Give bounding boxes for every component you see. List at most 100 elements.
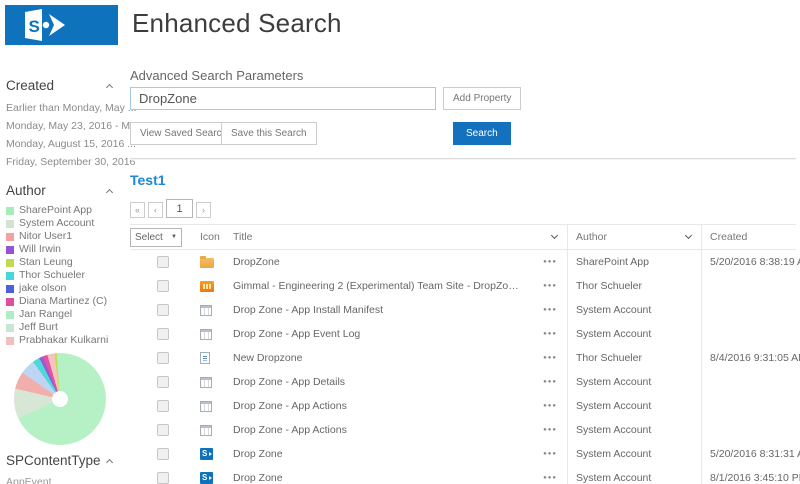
row-checkbox[interactable]	[157, 424, 169, 436]
result-created: 8/4/2016 9:31:05 AM	[710, 352, 800, 364]
result-title-link[interactable]: Drop Zone - App Actions	[233, 400, 347, 412]
results-table-header: Select ▼ Icon Title Author Created	[130, 224, 796, 250]
author-filter-item[interactable]: Diana Martinez (C)	[6, 295, 126, 308]
author-filter-item[interactable]: Prabhakar Kulkarni	[6, 334, 126, 347]
more-options-button[interactable]: ●●●	[543, 259, 557, 265]
collapse-chevron-icon[interactable]	[106, 83, 113, 90]
results-tab-test1[interactable]: Test1	[130, 172, 166, 188]
search-query-input[interactable]	[130, 87, 436, 110]
author-filter-item[interactable]: Jeff Burt	[6, 321, 126, 334]
result-title-link[interactable]: Drop Zone - App Install Manifest	[233, 304, 383, 316]
more-options-button[interactable]: ●●●	[543, 283, 557, 289]
pagination: « ‹ 1 ›	[130, 198, 796, 218]
created-filter-item[interactable]: Earlier than Monday, May ...	[6, 99, 126, 117]
list-icon	[200, 401, 212, 412]
more-options-button[interactable]: ●●●	[543, 427, 557, 433]
save-this-search-button[interactable]: Save this Search	[221, 122, 317, 145]
legend-swatch-icon	[6, 298, 14, 306]
result-title-link[interactable]: Drop Zone - App Actions	[233, 424, 347, 436]
table-row: Drop Zone - App Actions ●●● System Accoun…	[130, 394, 796, 418]
row-checkbox[interactable]	[157, 304, 169, 316]
svg-text:S: S	[29, 17, 40, 36]
table-row: Drop Zone - App Actions●●● System Accoun…	[130, 418, 796, 442]
result-author: SharePoint App	[576, 256, 649, 268]
collapse-chevron-icon[interactable]	[106, 188, 113, 195]
table-row: Drop Zone●●● System Account 8/1/2016 3:4…	[130, 466, 796, 484]
chevron-down-icon[interactable]	[685, 232, 692, 239]
page-title: Enhanced Search	[132, 8, 342, 39]
created-section-header[interactable]: Created	[6, 78, 126, 93]
table-row: Gimmal - Engineering 2 (Experimental) Te…	[130, 274, 796, 298]
result-title-link[interactable]: Drop Zone - App Details	[233, 376, 345, 388]
dropdown-arrow-icon: ▼	[171, 234, 177, 240]
result-title-link[interactable]: Drop Zone - App Event Log	[233, 328, 360, 340]
more-options-button[interactable]: ●●●	[543, 355, 557, 361]
previous-page-button[interactable]: ‹	[148, 202, 163, 218]
author-filter-item[interactable]: System Account	[6, 217, 126, 230]
author-section: Author SharePoint App System Account Nit…	[6, 183, 126, 445]
more-options-button[interactable]: ●●●	[543, 403, 557, 409]
sharepoint-icon	[200, 448, 213, 460]
row-checkbox[interactable]	[157, 328, 169, 340]
result-author: System Account	[576, 376, 651, 388]
row-checkbox[interactable]	[157, 400, 169, 412]
author-filter-item[interactable]: jake olson	[6, 282, 126, 295]
pie-donut-hole	[52, 391, 68, 407]
document-icon	[200, 352, 210, 364]
content-type-filter-item[interactable]: AppEvent	[6, 474, 126, 484]
current-page-indicator[interactable]: 1	[166, 199, 193, 218]
created-filter-item[interactable]: Monday, August 15, 2016 ...	[6, 135, 126, 153]
table-row: Drop Zone - App Install Manifest●●● Syst…	[130, 298, 796, 322]
more-options-button[interactable]: ●●●	[543, 475, 557, 481]
author-filter-item[interactable]: Jan Rangel	[6, 308, 126, 321]
title-column-header[interactable]: Title	[233, 231, 252, 243]
row-checkbox[interactable]	[157, 448, 169, 460]
advanced-search-title: Advanced Search Parameters	[130, 68, 796, 83]
result-title-link[interactable]: DropZone	[233, 256, 280, 268]
author-filter-label: Will Irwin	[19, 243, 61, 256]
result-author: System Account	[576, 400, 651, 412]
result-title-link[interactable]: New Dropzone	[233, 352, 302, 364]
created-filter-item[interactable]: Monday, May 23, 2016 - M..	[6, 117, 126, 135]
more-options-button[interactable]: ●●●	[543, 451, 557, 457]
result-title-link[interactable]: Gimmal - Engineering 2 (Experimental) Te…	[233, 280, 523, 292]
author-section-header[interactable]: Author	[6, 183, 126, 198]
author-filter-item[interactable]: Stan Leung	[6, 256, 126, 269]
content-type-section-header[interactable]: SPContentType	[6, 453, 126, 468]
search-button[interactable]: Search	[453, 122, 511, 145]
legend-swatch-icon	[6, 233, 14, 241]
collapse-chevron-icon[interactable]	[106, 458, 113, 465]
next-page-button[interactable]: ›	[196, 202, 211, 218]
row-checkbox[interactable]	[157, 256, 169, 268]
author-filter-item[interactable]: Will Irwin	[6, 243, 126, 256]
section-divider	[130, 158, 796, 160]
row-checkbox[interactable]	[157, 280, 169, 292]
author-filter-item[interactable]: Thor Schueler	[6, 269, 126, 282]
chevron-down-icon[interactable]	[551, 232, 558, 239]
result-created: 5/20/2016 8:31:31 AM	[710, 448, 800, 460]
row-checkbox[interactable]	[157, 472, 169, 484]
created-column-header[interactable]: Created	[710, 231, 747, 243]
result-title-link[interactable]: Drop Zone	[233, 448, 283, 460]
author-filter-item[interactable]: Nitor User1	[6, 230, 126, 243]
add-property-button[interactable]: Add Property	[443, 87, 521, 110]
result-author: System Account	[576, 472, 651, 484]
enhanced-search-page: S Enhanced Search Created Earlier than M…	[0, 0, 800, 484]
row-checkbox[interactable]	[157, 352, 169, 364]
first-page-button[interactable]: «	[130, 202, 145, 218]
more-options-button[interactable]: ●●●	[543, 307, 557, 313]
author-filter-item[interactable]: SharePoint App	[6, 204, 126, 217]
created-filter-list: Earlier than Monday, May ... Monday, May…	[6, 99, 126, 171]
more-options-button[interactable]: ●●●	[543, 379, 557, 385]
more-options-button[interactable]: ●●●	[543, 331, 557, 337]
author-column-header[interactable]: Author	[576, 231, 607, 243]
folder-icon	[200, 258, 214, 268]
created-filter-item[interactable]: Friday, September 30, 2016	[6, 153, 126, 171]
row-checkbox[interactable]	[157, 376, 169, 388]
select-dropdown[interactable]: Select ▼	[130, 228, 182, 247]
author-filter-list: SharePoint App System Account Nitor User…	[6, 204, 126, 347]
author-pie-wrap	[14, 353, 106, 445]
author-filter-label: Jeff Burt	[19, 321, 58, 334]
result-title-link[interactable]: Drop Zone	[233, 472, 283, 484]
result-created: 8/1/2016 3:45:10 PM	[710, 472, 800, 484]
